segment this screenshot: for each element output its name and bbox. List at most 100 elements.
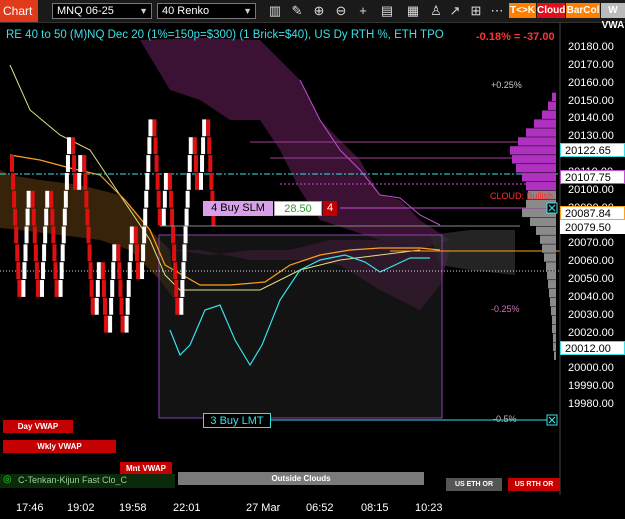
price-tick-label: 20140.00 xyxy=(568,112,614,125)
down-brick xyxy=(103,297,107,315)
tpo-bar xyxy=(552,92,556,102)
us-rth-or-bar: US RTH OR xyxy=(508,478,560,491)
tpo-bar xyxy=(544,253,556,262)
down-brick xyxy=(193,155,198,172)
down-brick xyxy=(35,280,40,297)
tpo-bar xyxy=(516,164,556,173)
down-brick xyxy=(72,155,77,172)
buy-slm-qty[interactable]: 4 xyxy=(323,201,337,216)
up-brick xyxy=(199,172,203,190)
down-brick xyxy=(73,172,78,190)
tpo-bar xyxy=(548,280,556,289)
tpo-bar xyxy=(547,271,556,280)
tpo-bar xyxy=(554,351,556,360)
up-brick xyxy=(65,155,70,172)
up-brick xyxy=(144,190,149,208)
up-brick xyxy=(110,280,115,297)
time-label: 10:23 xyxy=(415,502,443,514)
up-brick xyxy=(184,208,189,226)
up-brick xyxy=(188,137,193,155)
up-brick xyxy=(96,262,101,280)
down-brick xyxy=(89,280,94,297)
up-brick xyxy=(78,155,83,172)
down-brick xyxy=(90,297,95,315)
down-brick xyxy=(116,244,121,262)
weekly-vwap-button[interactable]: Wkly VWAP xyxy=(3,440,116,453)
down-brick xyxy=(155,172,160,190)
tpo-bar xyxy=(551,306,556,316)
percent-level-label: -0.5% xyxy=(493,414,517,424)
down-brick xyxy=(157,208,162,226)
price-tick-label: 20100.00 xyxy=(568,183,614,196)
cloud-status: CLOUD: Bullish xyxy=(490,191,554,201)
up-brick xyxy=(45,190,50,208)
up-brick xyxy=(108,315,113,333)
tpo-bar xyxy=(518,137,556,146)
down-brick xyxy=(100,262,105,280)
price-tick-label: 20000.00 xyxy=(568,362,614,375)
down-brick xyxy=(194,172,199,190)
down-brick xyxy=(152,119,157,137)
tpo-bar xyxy=(522,172,556,182)
up-brick xyxy=(44,208,49,226)
down-brick xyxy=(82,155,87,172)
down-brick xyxy=(173,262,178,280)
up-brick xyxy=(126,280,131,297)
price-tick-label: 20130.00 xyxy=(568,130,614,143)
down-brick xyxy=(10,155,14,172)
price-tick-label: 20040.00 xyxy=(568,290,614,303)
down-brick xyxy=(136,262,140,280)
down-brick xyxy=(84,190,89,208)
down-brick xyxy=(192,137,197,155)
down-brick xyxy=(32,226,37,244)
up-brick xyxy=(112,244,117,262)
down-brick xyxy=(117,262,122,280)
price-tick-label: 20180.00 xyxy=(568,41,614,53)
up-brick xyxy=(111,262,116,280)
up-brick xyxy=(22,262,27,280)
down-brick xyxy=(30,190,35,208)
down-brick xyxy=(31,208,36,226)
down-brick xyxy=(34,262,39,280)
up-brick xyxy=(186,172,191,190)
up-brick xyxy=(61,226,66,244)
price-tag: 20012.00 xyxy=(560,340,625,355)
down-brick xyxy=(85,208,90,226)
day-vwap-button[interactable]: Day VWAP xyxy=(3,420,73,433)
outside-clouds-bar: Outside Clouds xyxy=(178,472,424,485)
down-brick xyxy=(174,280,179,297)
down-brick xyxy=(51,226,56,244)
up-brick xyxy=(59,262,64,280)
up-brick xyxy=(201,137,206,155)
up-brick xyxy=(124,315,129,333)
down-brick xyxy=(16,262,21,280)
up-brick xyxy=(77,172,82,190)
down-brick xyxy=(52,244,57,262)
time-label: 08:15 xyxy=(361,502,389,514)
footer-indicator-label: C-Tenkan-Kijun Fast Clo_C xyxy=(18,475,128,485)
tpo-bar xyxy=(536,226,556,235)
up-brick xyxy=(24,226,29,244)
up-brick xyxy=(200,155,205,172)
up-brick xyxy=(142,226,147,244)
down-brick xyxy=(118,280,123,297)
up-brick xyxy=(63,190,68,208)
price-tick-label: 20030.00 xyxy=(568,308,614,321)
buy-slm-price[interactable]: 28.50 xyxy=(274,201,322,216)
down-brick xyxy=(209,172,214,190)
down-brick xyxy=(172,244,177,262)
price-tick-label: 20170.00 xyxy=(568,58,614,71)
buy-slm-order-label[interactable]: 4 Buy SLM xyxy=(203,201,273,216)
down-brick xyxy=(153,137,158,155)
up-brick xyxy=(183,226,188,244)
down-brick xyxy=(154,155,159,172)
up-brick xyxy=(25,208,30,226)
price-tick-label: 19990.00 xyxy=(568,380,614,393)
tpo-bar xyxy=(512,155,556,164)
up-brick xyxy=(162,190,167,208)
up-brick xyxy=(40,280,44,297)
down-brick xyxy=(156,190,161,208)
buy-lmt-order-label[interactable]: 3 Buy LMT xyxy=(203,413,271,428)
time-label: 22:01 xyxy=(173,502,201,514)
price-tick-label: 19980.00 xyxy=(568,398,614,410)
